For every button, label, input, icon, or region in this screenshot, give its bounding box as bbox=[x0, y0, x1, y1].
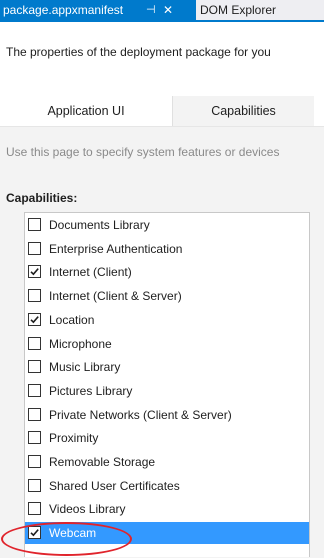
capability-label: Microphone bbox=[49, 336, 112, 351]
capability-item[interactable]: Music Library bbox=[25, 356, 309, 378]
capability-item[interactable]: Location bbox=[25, 309, 309, 331]
capability-checkbox[interactable] bbox=[28, 407, 41, 421]
capability-checkbox[interactable] bbox=[28, 336, 41, 350]
capability-checkbox[interactable] bbox=[28, 289, 41, 303]
capability-item[interactable]: Enterprise Authentication bbox=[25, 238, 309, 260]
capability-label: Proximity bbox=[49, 431, 99, 446]
tab-label: package.appxmanifest bbox=[3, 3, 124, 17]
capability-checkbox[interactable] bbox=[28, 502, 41, 516]
capability-item[interactable]: Videos Library bbox=[25, 498, 309, 520]
capability-checkbox[interactable] bbox=[28, 526, 41, 540]
capability-label: Internet (Client) bbox=[49, 265, 132, 280]
tab-dom-explorer[interactable]: DOM Explorer bbox=[200, 0, 276, 20]
capability-item[interactable]: Webcam bbox=[25, 522, 309, 545]
tab-capabilities[interactable]: Capabilities bbox=[172, 96, 314, 126]
capability-item[interactable]: Internet (Client) bbox=[25, 261, 309, 283]
capability-item[interactable]: Private Networks (Client & Server) bbox=[25, 404, 309, 426]
capability-label: Private Networks (Client & Server) bbox=[49, 407, 232, 422]
capability-label: Enterprise Authentication bbox=[49, 241, 183, 256]
capability-item[interactable]: Pictures Library bbox=[25, 380, 309, 402]
capability-label: Music Library bbox=[49, 360, 121, 375]
page-hint: Use this page to specify system features… bbox=[6, 145, 280, 159]
capability-label: Internet (Client & Server) bbox=[49, 289, 182, 304]
capability-checkbox[interactable] bbox=[28, 478, 41, 492]
tab-package-appxmanifest[interactable]: package.appxmanifest ⊣ ✕ bbox=[0, 0, 196, 20]
pin-icon[interactable]: ⊣ bbox=[146, 0, 156, 20]
capability-checkbox[interactable] bbox=[28, 455, 41, 468]
capability-checkbox[interactable] bbox=[28, 383, 41, 397]
capability-item[interactable]: Shared User Certificates bbox=[25, 475, 309, 497]
document-tab-bar: package.appxmanifest ⊣ ✕ DOM Explorer bbox=[0, 0, 324, 22]
capability-item[interactable]: Microphone bbox=[25, 333, 309, 355]
capability-label: Documents Library bbox=[49, 218, 150, 232]
capability-label: Pictures Library bbox=[49, 383, 133, 398]
capability-checkbox[interactable] bbox=[28, 312, 41, 326]
capability-item[interactable]: Internet (Client & Server) bbox=[25, 285, 309, 307]
capability-item[interactable]: Documents Library bbox=[25, 214, 309, 236]
capability-checkbox[interactable] bbox=[28, 265, 41, 279]
capability-label: Removable Storage bbox=[49, 455, 156, 469]
capability-label: Webcam bbox=[49, 526, 97, 541]
capability-label: Shared User Certificates bbox=[49, 478, 180, 493]
capability-item[interactable]: Removable Storage bbox=[25, 451, 309, 473]
tab-label: DOM Explorer bbox=[200, 3, 277, 17]
capability-item[interactable]: Proximity bbox=[25, 427, 309, 449]
manifest-description: The properties of the deployment package… bbox=[6, 45, 271, 59]
capability-checkbox[interactable] bbox=[28, 218, 41, 231]
close-icon[interactable]: ✕ bbox=[163, 0, 173, 20]
capabilities-title: Capabilities: bbox=[6, 191, 78, 205]
tab-application-ui[interactable]: Application UI bbox=[0, 96, 172, 126]
capabilities-list[interactable]: Documents Library Enterprise Authenticati… bbox=[24, 212, 310, 557]
capability-checkbox[interactable] bbox=[28, 241, 41, 255]
capability-label: Location bbox=[49, 312, 95, 327]
capability-checkbox[interactable] bbox=[28, 431, 41, 445]
capability-checkbox[interactable] bbox=[28, 360, 41, 374]
capability-label: Videos Library bbox=[49, 502, 126, 517]
